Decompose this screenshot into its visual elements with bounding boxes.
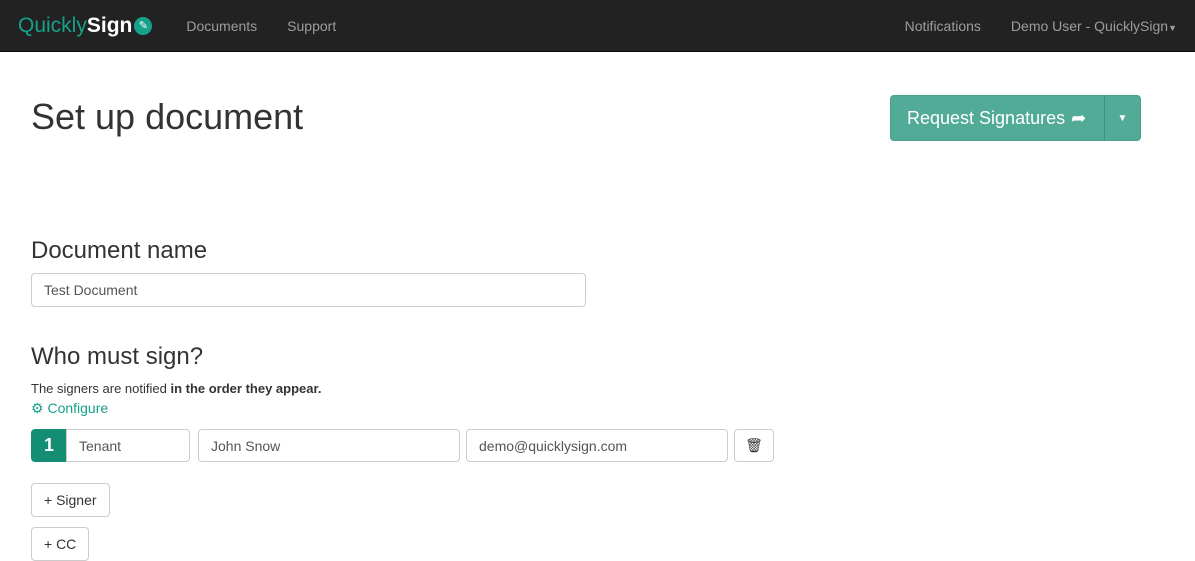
caret-down-icon: ▼	[1117, 112, 1128, 124]
logo[interactable]: Quickly Sign ✎	[18, 14, 153, 38]
document-name-heading: Document name	[31, 237, 208, 264]
document-name-input[interactable]	[31, 273, 586, 307]
who-must-sign-heading: Who must sign?	[31, 343, 204, 370]
user-menu[interactable]: Demo User - QuicklySign▼	[1011, 18, 1177, 34]
signer-role-input[interactable]	[66, 429, 190, 462]
caret-down-icon: ▼	[1168, 22, 1177, 33]
trash-icon: 🗑	[745, 437, 763, 453]
signer-email-input[interactable]	[466, 429, 728, 462]
nav-documents[interactable]: Documents	[186, 18, 257, 34]
nav-notifications[interactable]: Notifications	[905, 18, 981, 34]
add-signer-button[interactable]: + Signer	[31, 483, 110, 517]
pen-icon: ✎	[134, 16, 153, 35]
signer-name-input[interactable]	[198, 429, 460, 462]
page-title: Set up document	[31, 96, 304, 137]
gear-icon: ⚙	[31, 400, 44, 416]
request-signatures-button-group: Request Signatures ➦ ▼	[890, 95, 1141, 141]
configure-link[interactable]: ⚙ Configure	[31, 400, 108, 417]
add-cc-button[interactable]: + CC	[31, 527, 90, 561]
nav-support[interactable]: Support	[287, 18, 336, 34]
request-options-dropdown[interactable]: ▼	[1105, 96, 1140, 140]
signer-order-badge: 1	[31, 429, 67, 462]
request-signatures-button[interactable]: Request Signatures ➦	[891, 96, 1105, 140]
navbar: Quickly Sign ✎ Documents Support Notificat…	[0, 0, 1195, 52]
delete-signer-button[interactable]: 🗑	[734, 429, 774, 462]
signing-order-note: The signers are notified in the order th…	[31, 381, 322, 396]
share-arrow-icon: ➦	[1071, 107, 1087, 128]
